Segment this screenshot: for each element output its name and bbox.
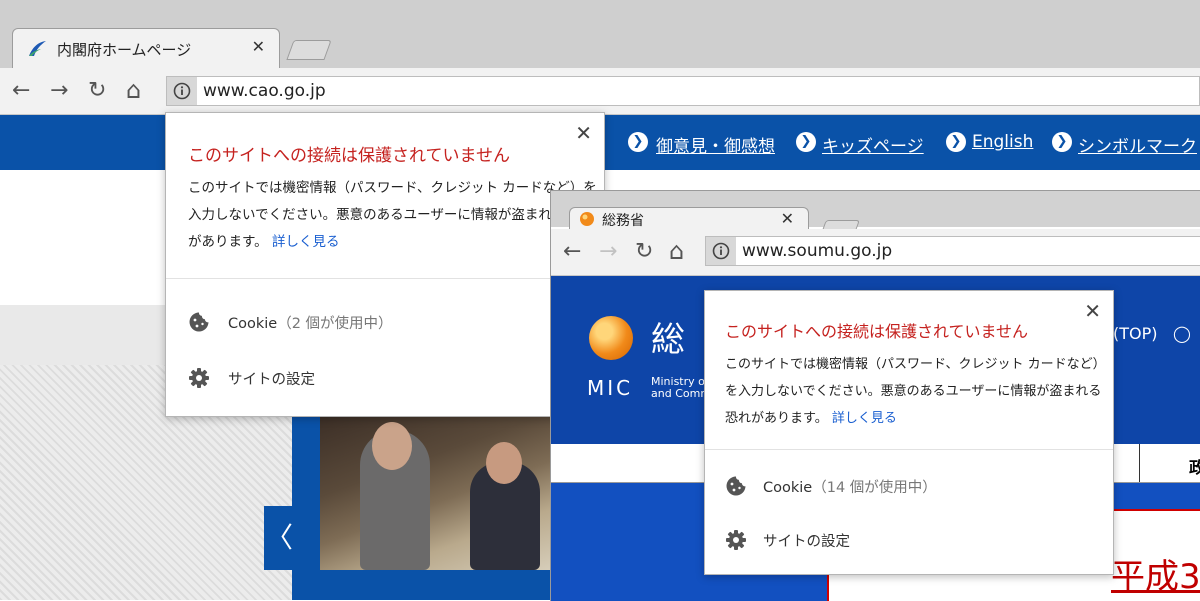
address-bar[interactable]: www.cao.go.jp (166, 76, 1200, 106)
chevron-right-icon: ❯ (628, 132, 648, 152)
url-text: www.cao.go.jp (203, 81, 326, 101)
cao-slider-photo[interactable] (320, 412, 550, 570)
tab-soumu[interactable]: 総務省 ✕ (569, 207, 809, 229)
home-button[interactable]: ⌂ (126, 78, 141, 102)
popup-warning-text: このサイトでは機密情報（パスワード、クレジット カードなど）を入力しないでくださ… (188, 180, 597, 250)
chevron-right-icon: ❯ (796, 132, 816, 152)
chevron-right-icon: ❯ (946, 132, 966, 152)
popup-divider (705, 449, 1113, 450)
home-button[interactable]: ⌂ (669, 239, 684, 263)
slider-prev-button[interactable]: 〈 (264, 506, 294, 570)
tab-title: 総務省 (602, 213, 644, 229)
popup-warning-title: このサイトへの接続は保護されていません (725, 322, 1029, 341)
photo-person-head (486, 442, 522, 484)
back-button[interactable]: ← (563, 241, 581, 263)
nav-link-symbol[interactable]: シンボルマーク (1078, 132, 1197, 157)
info-icon (173, 82, 191, 100)
tab-close-icon[interactable]: ✕ (252, 37, 265, 56)
popup-divider (166, 278, 604, 279)
gear-icon (726, 530, 746, 550)
chevron-right-icon: ❯ (1052, 132, 1072, 152)
browser-toolbar: ← → ↻ ⌂ www.cao.go.jp (0, 68, 1200, 115)
cookie-icon (726, 476, 746, 496)
nav-link-feedback[interactable]: 御意見・御感想 (656, 132, 775, 157)
cao-slider-bottom (292, 570, 550, 600)
mic-logo-icon (589, 316, 633, 360)
learn-more-link[interactable]: 詳しく見る (272, 234, 340, 250)
reload-button[interactable]: ↻ (635, 241, 653, 263)
site-info-popup: ✕ このサイトへの接続は保護されていません このサイトでは機密情報（パスワード、… (165, 112, 605, 417)
site-info-popup: ✕ このサイトへの接続は保護されていません このサイトでは機密情報（パスワード、… (704, 290, 1114, 575)
header-circle-icon[interactable]: ◯ (1173, 324, 1191, 343)
reload-button[interactable]: ↻ (88, 80, 106, 102)
photo-person-head (372, 422, 412, 470)
menu-divider (1139, 444, 1140, 482)
tab-strip: 内閣府ホームページ ✕ (0, 0, 1200, 68)
new-tab-button[interactable] (286, 40, 332, 60)
nav-link-kids[interactable]: キッズページ (822, 132, 924, 157)
cookie-icon (189, 312, 209, 332)
popup-warning-title: このサイトへの接続は保護されていません (188, 146, 510, 166)
site-info-button[interactable] (167, 77, 197, 105)
browser-toolbar: ← → ↻ ⌂ www.soumu.go.jp (551, 229, 1200, 276)
popup-warning-text: このサイトでは機密情報（パスワード、クレジット カードなど）を入力しないでくださ… (725, 357, 1106, 426)
tab-title: 内閣府ホームページ (57, 41, 192, 59)
address-bar[interactable]: www.soumu.go.jp (705, 236, 1200, 266)
learn-more-link[interactable]: 詳しく見る (832, 411, 897, 426)
menu-item-policy[interactable]: 政 (1189, 454, 1200, 478)
site-info-button[interactable] (706, 237, 736, 265)
forward-button: → (599, 239, 618, 264)
info-icon (712, 242, 730, 260)
notice-heading-link[interactable]: 平成3 (1111, 549, 1200, 598)
logo-mic-text: MIC (587, 376, 634, 400)
soumu-favicon-icon (580, 212, 594, 226)
close-icon[interactable]: ✕ (575, 121, 592, 145)
back-button[interactable]: ← (12, 80, 30, 102)
tab-close-icon[interactable]: ✕ (781, 209, 794, 228)
close-icon[interactable]: ✕ (1084, 299, 1101, 323)
url-text: www.soumu.go.jp (742, 241, 893, 261)
forward-button[interactable]: → (50, 80, 68, 102)
tab-cao[interactable]: 内閣府ホームページ ✕ (12, 28, 280, 68)
nav-link-english[interactable]: English (972, 132, 1033, 152)
tab-strip: 総務省 ✕ (551, 191, 1200, 236)
cao-favicon-icon (29, 41, 46, 56)
gear-icon (189, 368, 209, 388)
